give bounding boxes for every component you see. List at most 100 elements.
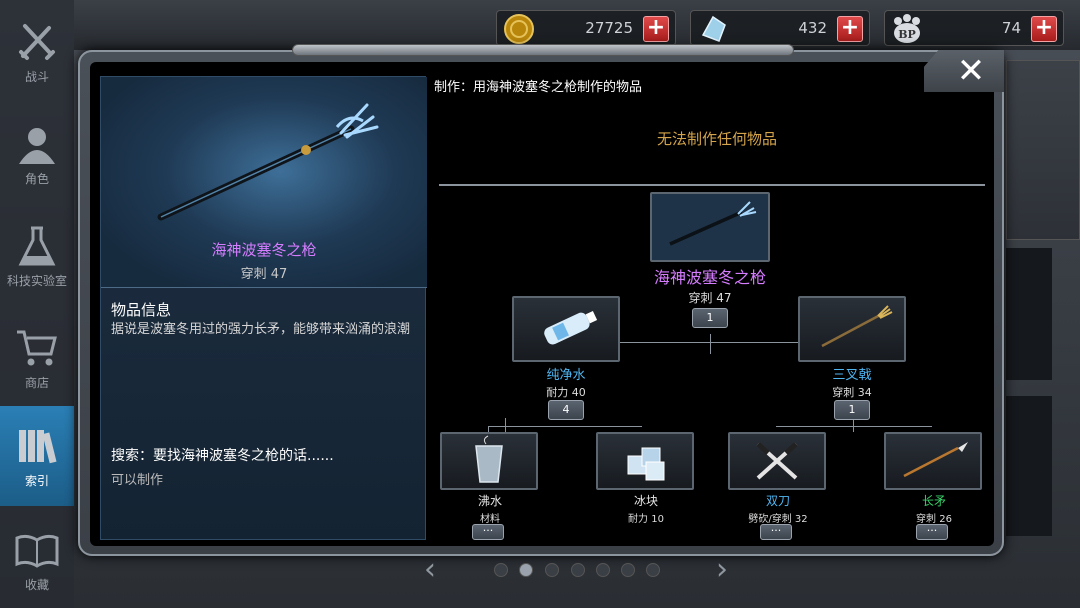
sidebar-item-character[interactable]: 角色	[0, 104, 74, 204]
divider	[439, 184, 985, 186]
recipe-name: 长矛	[921, 494, 946, 508]
sidebar-item-index[interactable]: 索引	[0, 406, 74, 506]
item-name: 海神波塞冬之枪	[211, 241, 317, 259]
page-dot[interactable]	[545, 563, 559, 577]
next-page-arrow-icon[interactable]: ›	[716, 552, 728, 587]
bp-amount: 74	[1001, 19, 1021, 37]
tree-connector	[776, 426, 932, 427]
recipe-stat: 劈砍/穿刺 32	[748, 514, 808, 525]
bp-counter: BP 74 +	[884, 10, 1064, 46]
item-info-title: 物品信息	[111, 301, 172, 319]
recipe-node-trident[interactable]	[798, 296, 906, 362]
sidebar-item-label: 商店	[24, 375, 49, 390]
recipe-count-badge: 4	[548, 400, 584, 420]
craft-empty-message: 无法制作任何物品	[656, 130, 777, 148]
boiling-water-cup-icon	[475, 435, 503, 483]
more-button[interactable]: ···	[916, 524, 948, 540]
recipe-name: 冰块	[633, 494, 658, 508]
sidebar-item-shop[interactable]: 商店	[0, 308, 74, 408]
page-dot[interactable]	[519, 563, 533, 577]
background-screen	[1006, 248, 1052, 380]
ice-cube-icon	[627, 447, 665, 481]
tree-connector	[853, 418, 854, 432]
spear-icon	[903, 442, 968, 478]
open-book-icon	[15, 534, 59, 568]
item-info-text: 据说是波塞冬用过的强力长矛，能够带来汹涌的浪潮	[111, 322, 411, 337]
page-dot[interactable]	[571, 563, 585, 577]
recipe-node-root[interactable]	[650, 192, 770, 262]
recipe-stat: 材料	[480, 514, 500, 525]
item-stat: 穿刺 47	[240, 267, 288, 282]
page-dot[interactable]	[621, 563, 635, 577]
trident-icon	[821, 305, 893, 348]
crystal-counter: 432 +	[690, 10, 870, 46]
trident-spear-icon	[652, 194, 768, 260]
sidebar: 战斗 角色 科技实验室 商店 索引 收藏	[0, 0, 74, 608]
sidebar-item-collection[interactable]: 收藏	[0, 510, 74, 608]
recipe-node-ice-cube[interactable]	[596, 432, 694, 490]
recipe-root-name: 海神波塞冬之枪	[653, 268, 766, 287]
tree-connector	[505, 418, 506, 432]
recipe-node-spear[interactable]	[884, 432, 982, 490]
close-icon: ✕	[956, 51, 986, 91]
recipe-name: 纯净水	[546, 368, 586, 383]
recipe-name: 双刀	[765, 494, 790, 508]
svg-text:BP: BP	[898, 28, 916, 41]
recipe-stat: 耐力 40	[546, 386, 586, 399]
coin-amount: 27725	[585, 19, 633, 37]
dialog-content: 海神波塞冬之枪 穿刺 47 物品信息 据说是波塞冬用过的强力长矛，能够带来汹涌的…	[90, 62, 994, 546]
crystal-amount: 432	[798, 19, 827, 37]
recipe-stat: 穿刺 26	[916, 514, 952, 525]
page-dot[interactable]	[494, 563, 508, 577]
close-button[interactable]: ✕	[924, 50, 1004, 92]
add-bp-button[interactable]: +	[1031, 16, 1057, 42]
coin-counter: 27725 +	[496, 10, 676, 46]
books-icon	[19, 429, 57, 463]
flask-icon	[18, 226, 56, 265]
cart-icon	[17, 330, 57, 365]
water-bottle-icon	[544, 310, 598, 345]
swords-icon	[19, 23, 55, 60]
bp-paw-icon: BP	[894, 14, 920, 43]
recipe-node-purified-water[interactable]	[512, 296, 620, 362]
recipe-stat: 耐力 10	[628, 514, 664, 525]
recipe-stat: 穿刺 34	[832, 386, 872, 399]
crossed-knives-icon	[756, 442, 798, 480]
dialog-handle	[292, 44, 794, 56]
item-info-panel: 海神波塞冬之枪 穿刺 47 物品信息 据说是波塞冬用过的强力长矛，能够带来汹涌的…	[100, 76, 427, 540]
prev-page-arrow-icon[interactable]: ‹	[424, 552, 436, 587]
recipe-count-badge: 1	[692, 308, 728, 328]
recipe-name: 沸水	[477, 494, 502, 508]
game-screen: 战斗 角色 科技实验室 商店 索引 收藏 27725 + 432 + BP 74…	[0, 0, 1080, 608]
recipe-node-twin-knives[interactable]	[728, 432, 826, 490]
item-detail-dialog: 海神波塞冬之枪 穿刺 47 物品信息 据说是波塞冬用过的强力长矛，能够带来汹涌的…	[78, 44, 1004, 556]
more-button[interactable]: ···	[472, 524, 504, 540]
recipe-root-stat: 穿刺 47	[688, 291, 732, 305]
craft-header: 制作：用海神波塞冬之枪制作的物品	[434, 80, 643, 95]
sidebar-item-tech-lab[interactable]: 科技实验室	[0, 206, 74, 306]
tree-connector	[488, 426, 642, 427]
recipe-name: 三叉戟	[832, 368, 872, 383]
character-icon	[19, 127, 55, 164]
page-dot[interactable]	[646, 563, 660, 577]
crystal-icon	[701, 15, 726, 42]
recipe-node-boiling-water[interactable]	[440, 432, 538, 490]
divider	[101, 287, 427, 288]
add-crystals-button[interactable]: +	[837, 16, 863, 42]
sidebar-item-label: 战斗	[24, 69, 49, 84]
recipe-count-badge: 1	[834, 400, 870, 420]
sidebar-item-label: 索引	[24, 473, 49, 488]
page-dot[interactable]	[596, 563, 610, 577]
background-wall-panel	[1006, 60, 1080, 240]
tree-connector	[710, 334, 711, 354]
sidebar-item-label: 收藏	[24, 577, 49, 592]
sidebar-item-label: 科技实验室	[6, 273, 67, 288]
search-title: 搜索：要找海神波塞冬之枪的话......	[111, 448, 334, 464]
more-button[interactable]: ···	[760, 524, 792, 540]
add-coins-button[interactable]: +	[643, 16, 669, 42]
background-screen	[1006, 396, 1052, 536]
search-result: 可以制作	[111, 473, 164, 488]
sidebar-item-battle[interactable]: 战斗	[0, 2, 74, 102]
sidebar-item-label: 角色	[24, 171, 49, 186]
coin-icon	[504, 14, 534, 44]
